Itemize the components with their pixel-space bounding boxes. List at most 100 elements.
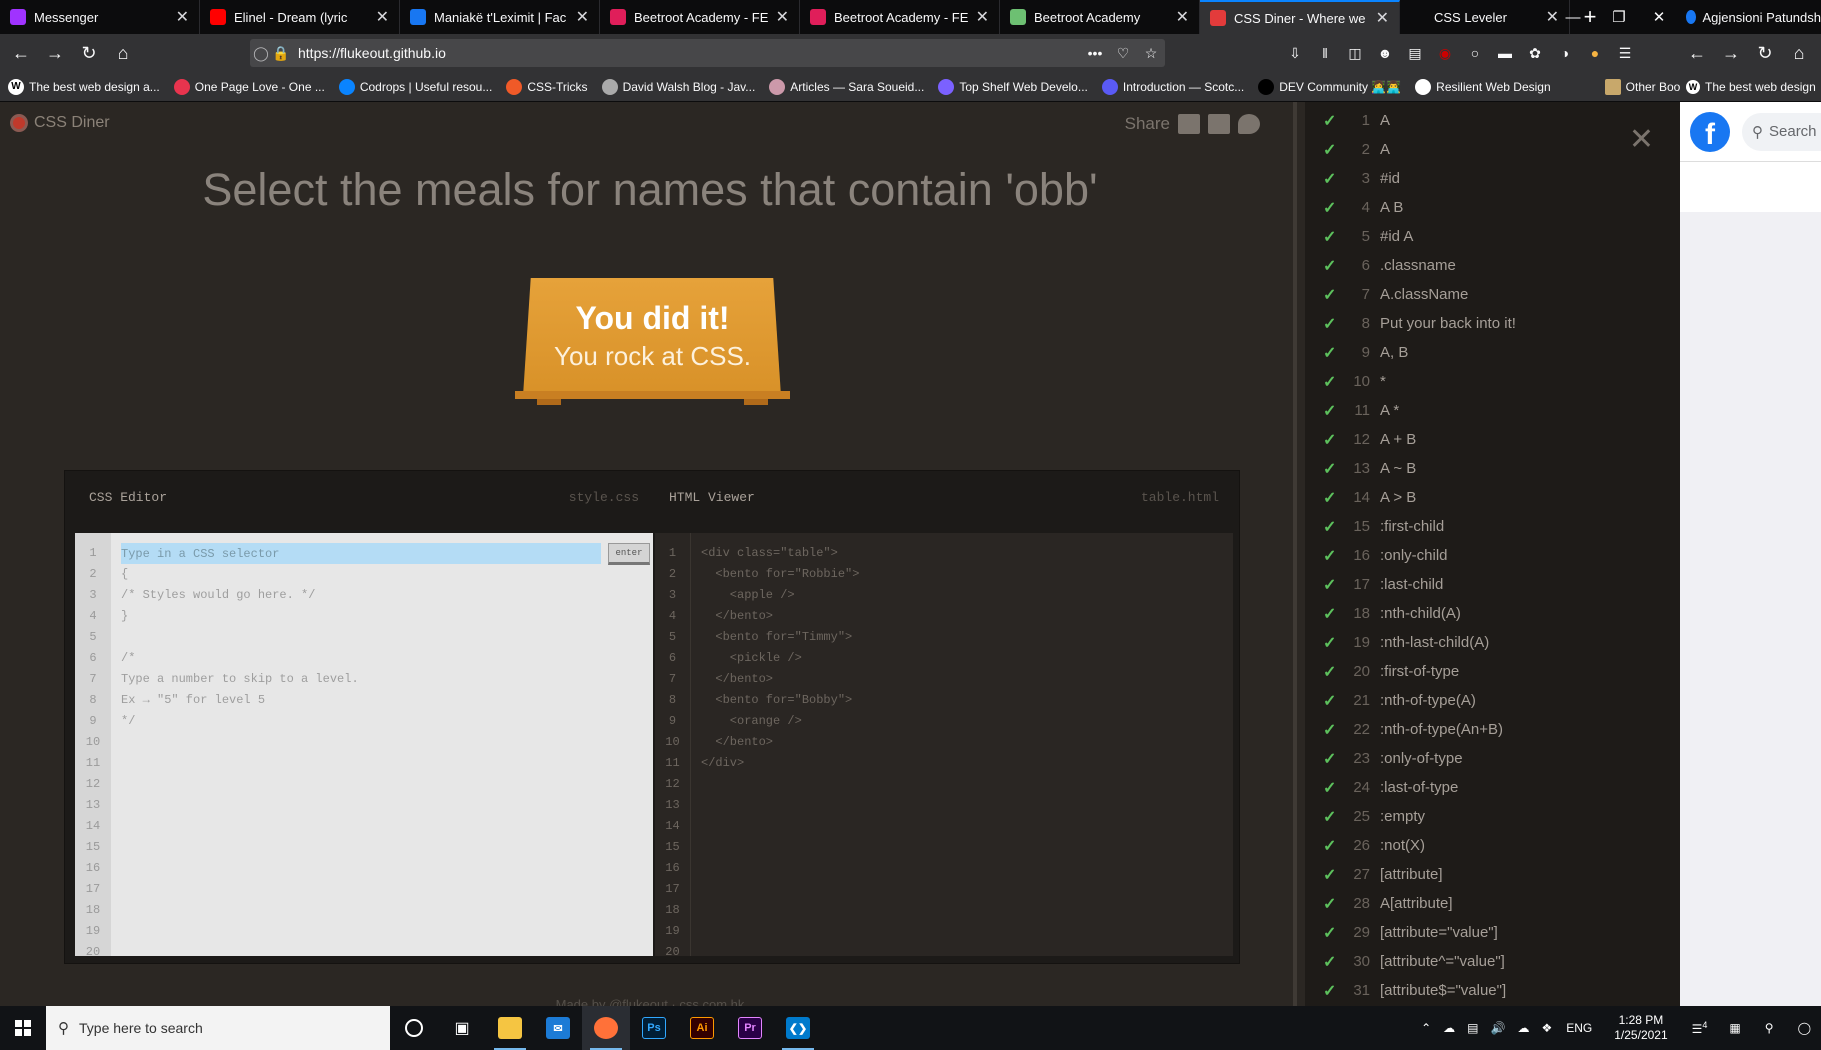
enter-button[interactable]: enter [608, 543, 650, 565]
pocket-icon[interactable]: ♡ [1109, 45, 1137, 62]
level-item[interactable]: ✓ 14 A > B [1323, 483, 1416, 512]
level-item[interactable]: ✓ 17:last-child [1323, 570, 1443, 599]
illustrator-icon[interactable]: Ai [678, 1006, 726, 1050]
back-icon[interactable]: ← [4, 36, 38, 70]
level-item[interactable]: ✓ 30 [attribute^="value"] [1323, 947, 1505, 976]
task-view-icon[interactable]: ▣ [438, 1006, 486, 1050]
bookmark-item[interactable]: Resilient Web Design [1415, 78, 1551, 95]
forward-icon[interactable]: → [1714, 36, 1748, 70]
ublock-icon[interactable]: ◉ [1430, 38, 1460, 68]
browser-tab[interactable]: CSS Leveler ✕ [1400, 0, 1570, 34]
level-item[interactable]: ✓ 24:last-of-type [1323, 773, 1458, 802]
reload-icon[interactable]: ↻ [72, 36, 106, 70]
page-actions-icon[interactable]: ••• [1081, 45, 1109, 61]
level-item[interactable]: ✓ 21:nth-of-type(A) [1323, 686, 1476, 715]
level-item[interactable]: ✓ 8 Put your back into it! [1323, 309, 1516, 338]
close-tab-icon[interactable]: ✕ [776, 7, 789, 27]
close-icon[interactable]: ✕ [1629, 122, 1654, 157]
email-icon[interactable] [1178, 114, 1200, 134]
browser-tab[interactable]: Messenger ✕ [0, 0, 200, 34]
level-item[interactable]: ✓ 23:only-of-type [1323, 744, 1463, 773]
level-item[interactable]: ✓ 5 #id A [1323, 222, 1413, 251]
mail-icon[interactable]: ✉ [534, 1006, 582, 1050]
level-item[interactable]: ✓ 10 * [1323, 367, 1386, 396]
level-item[interactable]: ✓ 2 A [1323, 135, 1390, 164]
level-item[interactable]: ✓ 11 A * [1323, 396, 1399, 425]
taskbar-search[interactable]: ⚲ Type here to search [46, 1006, 390, 1050]
level-item[interactable]: ✓ 7 A.className [1323, 280, 1468, 309]
bookmark-item[interactable]: Introduction — Scotc... [1101, 78, 1244, 95]
vscode-icon[interactable]: ❮❯ [774, 1006, 822, 1050]
premiere-icon[interactable]: Pr [726, 1006, 774, 1050]
reload-icon[interactable]: ↻ [1748, 36, 1782, 70]
level-item[interactable]: ✓ 12 A + B [1323, 425, 1416, 454]
bookmark-item[interactable]: W The best web design a... [8, 78, 160, 95]
sidebar-icon[interactable]: ◫ [1340, 38, 1370, 68]
account-icon[interactable]: ☻ [1370, 38, 1400, 68]
dropbox-icon[interactable]: ❖ [1541, 1021, 1552, 1035]
level-item[interactable]: ✓ 25:empty [1323, 802, 1425, 831]
close-tab-icon[interactable]: ✕ [376, 7, 389, 27]
facebook-search[interactable]: ⚲ Search [1742, 112, 1821, 151]
forward-icon[interactable]: → [38, 36, 72, 70]
code-line[interactable]: <bento for="Bobby"> [701, 690, 1223, 711]
level-item[interactable]: ✓ 3 #id [1323, 164, 1400, 193]
code-line[interactable]: <bento for="Robbie"> [701, 564, 1223, 585]
home-icon[interactable]: ⌂ [1782, 36, 1816, 70]
windows-icon[interactable]: ▦ [1729, 1021, 1740, 1035]
code-line[interactable]: </bento> [701, 606, 1223, 627]
sidebar-tab[interactable]: Agjensioni Patundsh [1680, 0, 1821, 34]
cortana-icon[interactable] [390, 1006, 438, 1050]
minimize-button[interactable]: — [1550, 0, 1596, 34]
level-item[interactable]: ✓ 1 A [1323, 106, 1390, 135]
close-tab-icon[interactable]: ✕ [976, 7, 989, 27]
extension-icon[interactable]: ● [1580, 38, 1610, 68]
back-icon[interactable]: ← [1680, 36, 1714, 70]
bookmark-item[interactable]: Codrops | Useful resou... [338, 78, 492, 95]
browser-tab[interactable]: Elinel - Dream (lyric ✕ [200, 0, 400, 34]
firefox-icon[interactable] [582, 1006, 630, 1050]
browser-tab[interactable]: Beetroot Academy ✕ [1000, 0, 1200, 34]
extension-icon[interactable]: ◑ [1550, 38, 1580, 68]
library-icon[interactable]: ‖ [1310, 38, 1340, 68]
bookmark-star-icon[interactable]: ☆ [1137, 45, 1165, 62]
bookmark-item[interactable]: DEV Community 👩‍💻👨‍💻 [1258, 78, 1401, 95]
network-icon[interactable]: ▤ [1467, 1021, 1478, 1035]
bookmark-item[interactable]: CSS-Tricks [506, 78, 588, 95]
facebook-icon[interactable] [1208, 114, 1230, 134]
home-icon[interactable]: ⌂ [106, 36, 140, 70]
extension-icon[interactable]: ▬ [1490, 38, 1520, 68]
level-item[interactable]: ✓ 18:nth-child(A) [1323, 599, 1461, 628]
level-item[interactable]: ✓ 22:nth-of-type(An+B) [1323, 715, 1503, 744]
cloud-upload-icon[interactable]: ☁ [1517, 1021, 1529, 1035]
level-item[interactable]: ✓ 29 [attribute="value"] [1323, 918, 1498, 947]
code-line[interactable]: <orange /> [701, 711, 1223, 732]
site-logo[interactable]: CSS Diner [10, 114, 110, 132]
bookmark-item[interactable]: Top Shelf Web Develo... [938, 78, 1088, 95]
menu-icon[interactable]: ☰ [1610, 38, 1640, 68]
extension-icon[interactable]: ○ [1460, 38, 1490, 68]
browser-tab[interactable]: Beetroot Academy - FE ✕ [800, 0, 1000, 34]
level-item[interactable]: ✓ 4 A B [1323, 193, 1403, 222]
level-item[interactable]: ✓ 28 A[attribute] [1323, 889, 1453, 918]
browser-tab[interactable]: Maniakë t'Leximit | Fac ✕ [400, 0, 600, 34]
photoshop-icon[interactable]: Ps [630, 1006, 678, 1050]
browser-tab[interactable]: Beetroot Academy - FE ✕ [600, 0, 800, 34]
scrollbar[interactable] [1293, 102, 1297, 1006]
start-button[interactable] [0, 1006, 46, 1050]
chevron-up-icon[interactable]: ⌃ [1421, 1021, 1431, 1035]
code-line[interactable]: </bento> [701, 669, 1223, 690]
level-item[interactable]: ✓ 16:only-child [1323, 541, 1448, 570]
code-line[interactable]: <pickle /> [701, 648, 1223, 669]
bookmark-item[interactable]: One Page Love - One ... [173, 78, 325, 95]
bookmark-item[interactable]: David Walsh Blog - Jav... [601, 78, 755, 95]
level-item[interactable]: ✓ 20:first-of-type [1323, 657, 1459, 686]
level-item[interactable]: ✓ 13 A ~ B [1323, 454, 1416, 483]
sidebar-bookmark[interactable]: W The best web design [1680, 72, 1821, 102]
level-item[interactable]: ✓ 27 [attribute] [1323, 860, 1443, 889]
volume-icon[interactable]: 🔊 [1491, 1021, 1506, 1035]
code-line[interactable]: <bento for="Timmy"> [701, 627, 1223, 648]
code-line[interactable]: <div class="table"> [701, 543, 1223, 564]
close-tab-icon[interactable]: ✕ [1176, 7, 1189, 27]
downloads-icon[interactable]: ⇩ [1280, 38, 1310, 68]
